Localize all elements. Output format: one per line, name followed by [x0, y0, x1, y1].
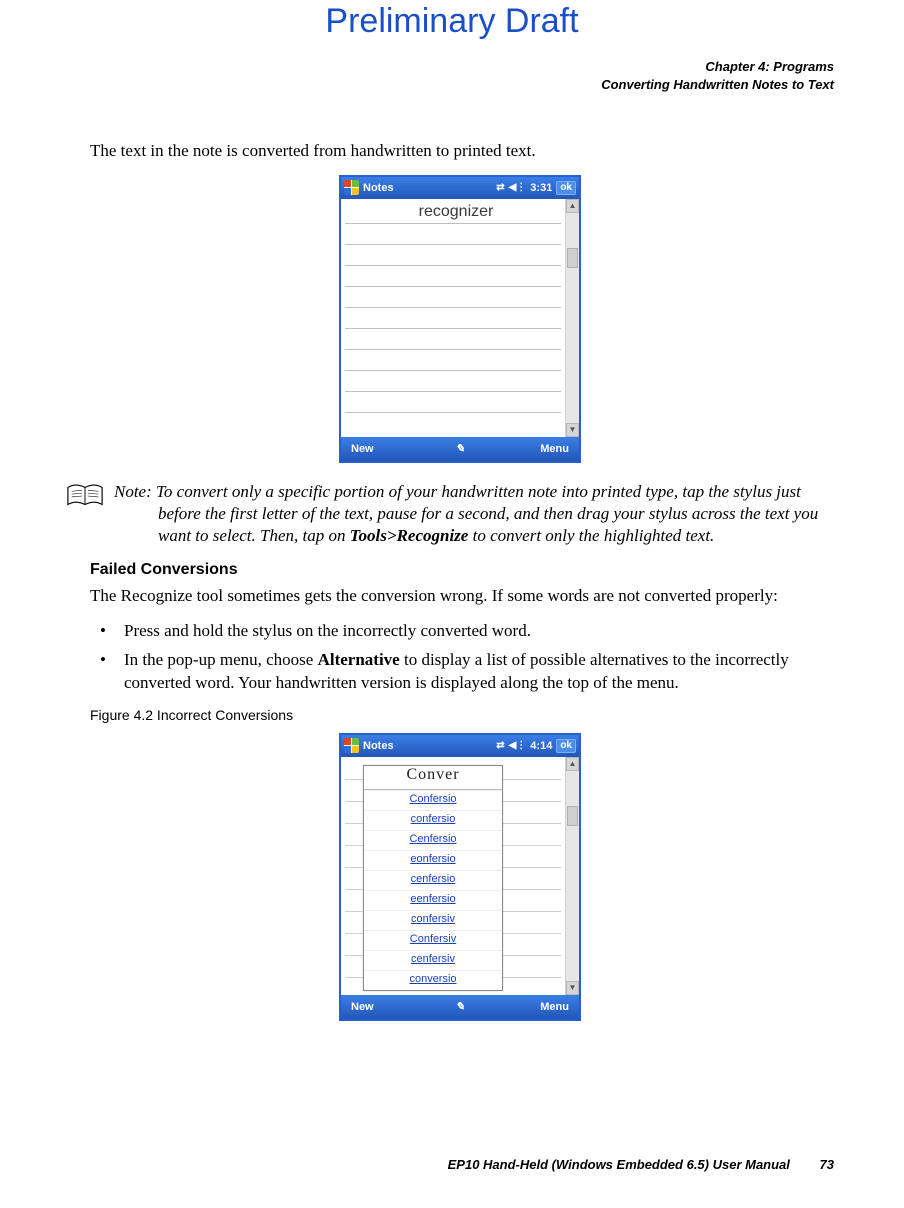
note-line [345, 329, 561, 350]
alternative-item[interactable]: Confersiv [364, 930, 502, 950]
volume-icon[interactable]: ◀⋮ [509, 182, 527, 193]
pen-icon[interactable]: ✎ [440, 442, 480, 455]
pen-icon[interactable]: ✎ [440, 1000, 480, 1013]
soft-key-bar: New ✎ Menu [341, 995, 579, 1019]
preliminary-draft-watermark: Preliminary Draft [0, 0, 904, 41]
scroll-thumb[interactable] [567, 806, 578, 826]
note-line [345, 245, 561, 266]
handwritten-header: Conver [364, 766, 502, 790]
note-line: recognizer [345, 203, 561, 224]
failed-conversions-heading: Failed Conversions [90, 561, 830, 579]
figure-1-screenshot: Notes ⇄ ◀⋮ 3:31 ok recognizer [90, 175, 830, 463]
note-line [345, 266, 561, 287]
clock-label: 4:14 [530, 740, 552, 752]
list-item-text: Press and hold the stylus on the incorre… [124, 621, 531, 640]
ok-button[interactable]: ok [556, 181, 576, 195]
device-frame: Notes ⇄ ◀⋮ 3:31 ok recognizer [339, 175, 581, 463]
note-text: Note: To convert only a specific portion… [114, 481, 830, 547]
app-title: Notes [363, 182, 394, 194]
alternative-item[interactable]: confersiv [364, 910, 502, 930]
clock-label: 3:31 [530, 182, 552, 194]
note-callout: Note: To convert only a specific portion… [66, 481, 830, 547]
note-line [345, 371, 561, 392]
section-label: Converting Handwritten Notes to Text [601, 76, 834, 94]
note-body-post: to convert only the highlighted text. [468, 526, 714, 545]
chapter-label: Chapter 4: Programs [601, 58, 834, 76]
device-frame: Notes ⇄ ◀⋮ 4:14 ok [339, 733, 581, 1021]
softkey-new[interactable]: New [341, 443, 440, 455]
note-line [345, 392, 561, 413]
intro-paragraph: The text in the note is converted from h… [90, 140, 830, 163]
note-line [345, 224, 561, 245]
manual-title: EP10 Hand-Held (Windows Embedded 6.5) Us… [448, 1157, 790, 1172]
list-item: Press and hold the stylus on the incorre… [90, 620, 830, 643]
failed-conversions-paragraph: The Recognize tool sometimes gets the co… [90, 585, 830, 608]
soft-key-bar: New ✎ Menu [341, 437, 579, 461]
alternative-item[interactable]: confersio [364, 810, 502, 830]
note-line [345, 308, 561, 329]
softkey-menu[interactable]: Menu [480, 1001, 579, 1013]
notes-canvas[interactable]: recognizer [341, 199, 565, 437]
alternative-item[interactable]: Confersio [364, 790, 502, 810]
alternative-item[interactable]: eonfersio [364, 850, 502, 870]
scroll-down-button[interactable]: ▼ [566, 423, 579, 437]
book-icon [66, 481, 104, 547]
list-item: In the pop-up menu, choose Alternative t… [90, 649, 830, 695]
network-icon[interactable]: ⇄ [496, 182, 504, 193]
start-icon[interactable] [344, 180, 359, 195]
alternative-item[interactable]: eenfersio [364, 890, 502, 910]
title-bar: Notes ⇄ ◀⋮ 4:14 ok [341, 735, 579, 757]
page-header: Chapter 4: Programs Converting Handwritt… [601, 58, 834, 93]
notes-canvas[interactable]: Conver Confersio confersio Cenfersio eon… [341, 757, 565, 995]
softkey-menu[interactable]: Menu [480, 443, 579, 455]
scroll-up-button[interactable]: ▲ [566, 757, 579, 771]
scroll-down-button[interactable]: ▼ [566, 981, 579, 995]
app-title: Notes [363, 740, 394, 752]
title-bar: Notes ⇄ ◀⋮ 3:31 ok [341, 177, 579, 199]
alternative-item[interactable]: cenfersio [364, 870, 502, 890]
figure-2-screenshot: Notes ⇄ ◀⋮ 4:14 ok [90, 733, 830, 1021]
alternative-item[interactable]: conversio [364, 970, 502, 990]
list-item-pre: In the pop-up menu, choose [124, 650, 318, 669]
ok-button[interactable]: ok [556, 739, 576, 753]
alternative-keyword: Alternative [318, 650, 400, 669]
alternative-item[interactable]: cenfersiv [364, 950, 502, 970]
scroll-thumb[interactable] [567, 248, 578, 268]
note-line [345, 287, 561, 308]
vertical-scrollbar[interactable]: ▲ ▼ [565, 757, 579, 995]
start-icon[interactable] [344, 738, 359, 753]
note-label: Note: [114, 482, 152, 501]
note-line [345, 350, 561, 371]
page-footer: EP10 Hand-Held (Windows Embedded 6.5) Us… [448, 1157, 834, 1172]
scroll-up-button[interactable]: ▲ [566, 199, 579, 213]
vertical-scrollbar[interactable]: ▲ ▼ [565, 199, 579, 437]
alternatives-popup: Conver Confersio confersio Cenfersio eon… [363, 765, 503, 991]
tools-recognize-path: Tools>Recognize [350, 526, 469, 545]
figure-4-2-caption: Figure 4.2 Incorrect Conversions [90, 707, 830, 723]
page-number: 73 [820, 1157, 834, 1172]
alternative-item[interactable]: Cenfersio [364, 830, 502, 850]
softkey-new[interactable]: New [341, 1001, 440, 1013]
network-icon[interactable]: ⇄ [496, 740, 504, 751]
instruction-list: Press and hold the stylus on the incorre… [90, 620, 830, 695]
volume-icon[interactable]: ◀⋮ [509, 740, 527, 751]
